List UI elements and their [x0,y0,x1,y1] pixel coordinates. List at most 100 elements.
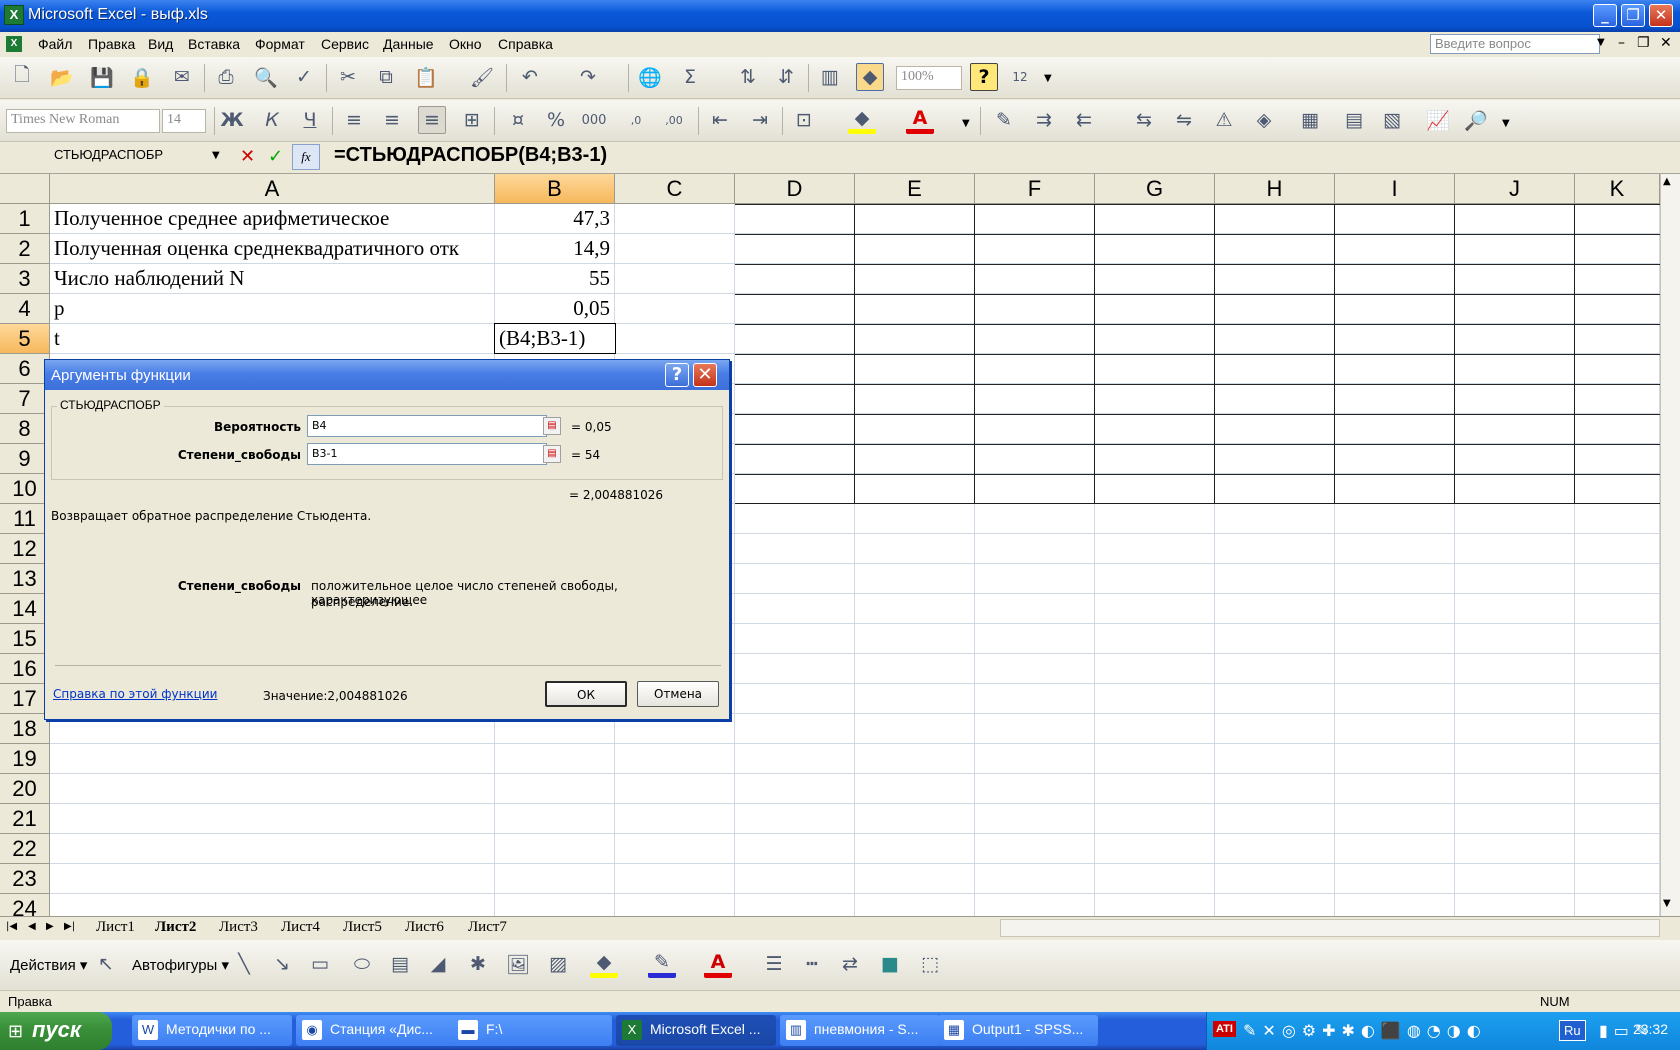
sheet-tab-2[interactable]: Лист2 [155,919,196,936]
3d-icon[interactable]: ⬚ [916,950,944,978]
cell[interactable] [1335,564,1455,594]
cell[interactable] [855,654,975,684]
row-header-10[interactable]: 10 [0,474,50,504]
row-header-14[interactable]: 14 [0,594,50,624]
cell[interactable] [735,714,855,744]
cell[interactable] [615,894,735,916]
cell[interactable] [615,234,735,264]
cell[interactable] [975,774,1095,804]
taskbar-item[interactable]: ▥ пневмония - S... [780,1015,940,1046]
cell[interactable] [735,504,855,534]
cell[interactable] [1215,684,1335,714]
picture-icon[interactable]: ▨ [544,950,572,978]
cell[interactable] [735,804,855,834]
first-sheet-icon[interactable]: |◀ [6,921,17,932]
toolbar-options-icon[interactable]: ▼ [1502,118,1510,129]
cell[interactable] [1215,804,1335,834]
cell[interactable] [1575,714,1660,744]
cell[interactable] [1455,654,1575,684]
fill-color-icon[interactable]: ◆ [848,106,876,134]
cell[interactable] [855,564,975,594]
cell[interactable] [1575,624,1660,654]
cell[interactable] [1215,594,1335,624]
toolbar-options-icon[interactable]: ▼ [1044,73,1052,84]
actions-menu[interactable]: Действия ▾ [10,956,87,974]
percent-icon[interactable]: % [542,106,570,134]
row-header-22[interactable]: 22 [0,834,50,864]
row-header-15[interactable]: 15 [0,624,50,654]
chevron-down-icon[interactable]: ▼ [212,150,220,161]
cell[interactable] [975,504,1095,534]
cell[interactable] [1215,894,1335,916]
cell[interactable] [1215,744,1335,774]
cell-b1[interactable]: 47,3 [495,204,615,234]
cell[interactable] [1215,624,1335,654]
vertical-scrollbar[interactable]: ▲ ▼ [1660,174,1680,916]
column-header-k[interactable]: K [1575,174,1660,204]
cell[interactable] [975,624,1095,654]
comma-style-icon[interactable]: 000 [580,106,608,134]
cell[interactable] [1335,504,1455,534]
increase-indent-icon[interactable]: ⇥ [746,106,774,134]
cell[interactable] [735,894,855,916]
cell[interactable] [1335,744,1455,774]
print-preview-icon[interactable]: 🔍 [252,63,280,91]
autoshapes-menu[interactable]: Автофигуры ▾ [132,956,229,974]
mdi-minimize-button[interactable]: – [1618,35,1625,51]
cell-b4[interactable]: 0,05 [495,294,615,324]
bold-icon[interactable]: Ж [218,106,246,134]
row-header-3[interactable]: 3 [0,264,50,294]
cell[interactable] [1455,714,1575,744]
row-header-24[interactable]: 24 [0,894,50,916]
italic-icon[interactable]: К [258,106,286,134]
cell[interactable] [975,684,1095,714]
circle-invalid-icon[interactable]: ◈ [1250,106,1278,134]
arg-input-degrees[interactable]: B3-1 [307,443,547,465]
cell[interactable] [735,534,855,564]
align-center-icon[interactable]: ≡ [378,106,406,134]
cell[interactable] [495,744,615,774]
shadow-icon[interactable]: ■ [876,950,904,978]
enter-icon[interactable]: ✓ [268,146,283,167]
sheet-tab-1[interactable]: Лист1 [96,919,135,936]
spelling-icon[interactable]: ✓ [290,63,318,91]
sheet-tab-3[interactable]: Лист3 [219,919,258,936]
cell[interactable] [1575,894,1660,916]
sort-ascending-icon[interactable]: ⇅ [734,63,762,91]
cancel-icon[interactable]: ✕ [240,146,255,167]
mdi-close-button[interactable]: ✕ [1660,35,1672,51]
cell[interactable] [1575,594,1660,624]
dash-style-icon[interactable]: ┅ [798,950,826,978]
minimize-button[interactable]: _ [1593,4,1617,27]
taskbar-item[interactable]: ◉ Станция «Дис... [296,1015,456,1046]
open-icon[interactable]: 📂 [48,63,76,91]
currency-icon[interactable]: ¤ [504,106,532,134]
menu-format[interactable]: Формат [255,36,305,52]
cell[interactable] [50,744,495,774]
row-header-8[interactable]: 8 [0,414,50,444]
horizontal-scrollbar[interactable] [1000,919,1660,937]
font-name-select[interactable]: Times New Roman [6,109,160,133]
cell-a2[interactable]: Полученная оценка среднеквадратичного от… [50,234,495,264]
chevron-down-icon[interactable]: ▼ [1597,37,1605,48]
redo-icon[interactable]: ↷ [574,63,602,91]
sheet-tab-6[interactable]: Лист6 [405,919,444,936]
cell[interactable] [855,624,975,654]
cell[interactable] [1455,684,1575,714]
cancel-button[interactable]: Отмена [637,681,719,707]
menu-tools[interactable]: Сервис [321,36,369,52]
cell[interactable] [1215,564,1335,594]
cell[interactable] [1575,864,1660,894]
cell[interactable] [735,624,855,654]
menu-window[interactable]: Окно [449,36,482,52]
font-color-icon[interactable]: A [906,106,934,134]
cell-b2[interactable]: 14,9 [495,234,615,264]
trace-precedents-icon[interactable]: ⇉ [1030,106,1058,134]
excel-icon[interactable]: X [4,5,24,25]
ati-icon[interactable]: ATI [1213,1021,1236,1037]
remove-arrows-icon[interactable]: ⇆ [1130,106,1158,134]
cut-icon[interactable]: ✂ [334,63,362,91]
formula-input[interactable]: =СТЬЮДРАСПОБР(B4;B3-1) [334,144,607,167]
cell[interactable] [1455,534,1575,564]
menu-data[interactable]: Данные [383,36,434,52]
